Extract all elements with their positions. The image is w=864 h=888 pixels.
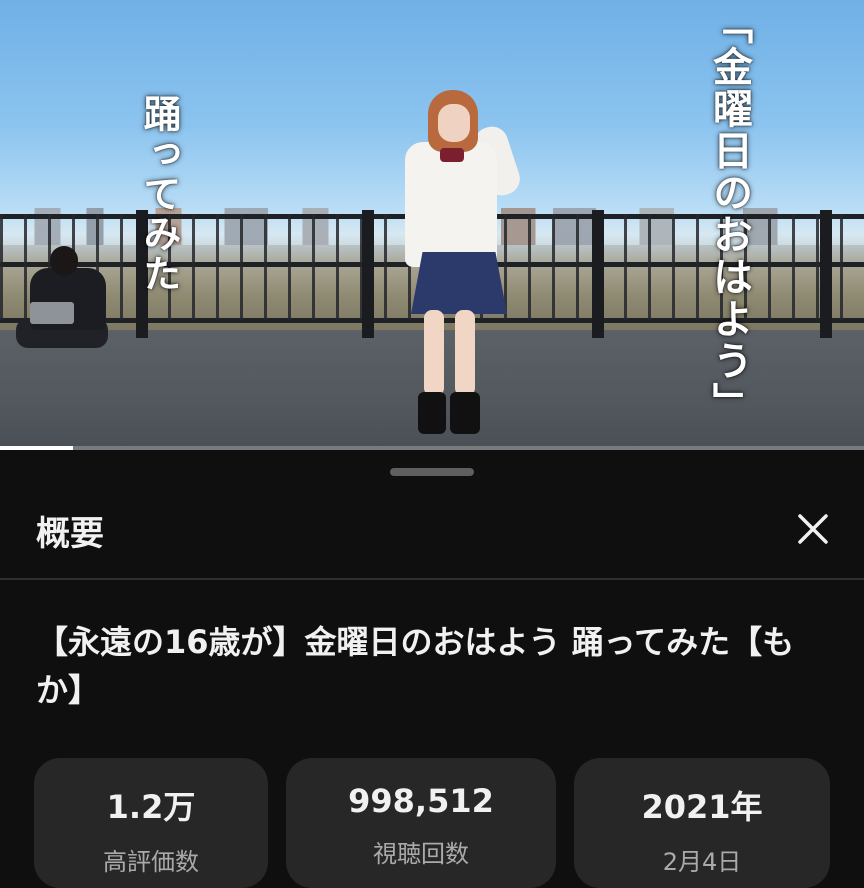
views-count: 998,512 [348,782,494,820]
video-overlay-caption-right: 「金曜日のおはよう」 [706,4,753,424]
likes-label: 高評価数 [103,848,199,876]
video-overlay-caption-left: 踊ってみた [137,94,182,294]
video-dancer [411,252,507,314]
views-stat: 998,512 視聴回数 [286,758,556,888]
video-player[interactable]: 踊ってみた 「金曜日のおはよう」 [0,0,864,450]
divider [0,578,864,580]
video-dancer [450,392,480,434]
video-scene-post [592,210,604,338]
video-scene-post [820,210,832,338]
likes-stat: 1.2万 高評価数 [34,758,268,888]
date-stat: 2021年 2月4日 [574,758,830,888]
close-button[interactable] [788,504,838,554]
sheet-title: 概要 [36,514,104,554]
video-laptop [30,302,74,324]
video-person-seated [50,246,78,276]
upload-date: 2月4日 [662,848,742,876]
upload-year: 2021年 [641,788,763,826]
description-sheet: 概要 【永遠の16歳が】金曜日のおはよう 踊ってみた【もか】 1.2万 高評価数… [0,450,864,888]
video-dancer [455,310,475,396]
video-dancer [418,392,446,434]
likes-count: 1.2万 [106,788,196,826]
video-dancer [438,104,470,142]
video-dancer [440,148,464,162]
video-title: 【永遠の16歳が】金曜日のおはよう 踊ってみた【もか】 [36,623,795,709]
video-scene-post [362,210,374,338]
sheet-drag-handle[interactable] [390,468,474,476]
close-icon [798,514,828,544]
video-dancer [424,310,444,396]
